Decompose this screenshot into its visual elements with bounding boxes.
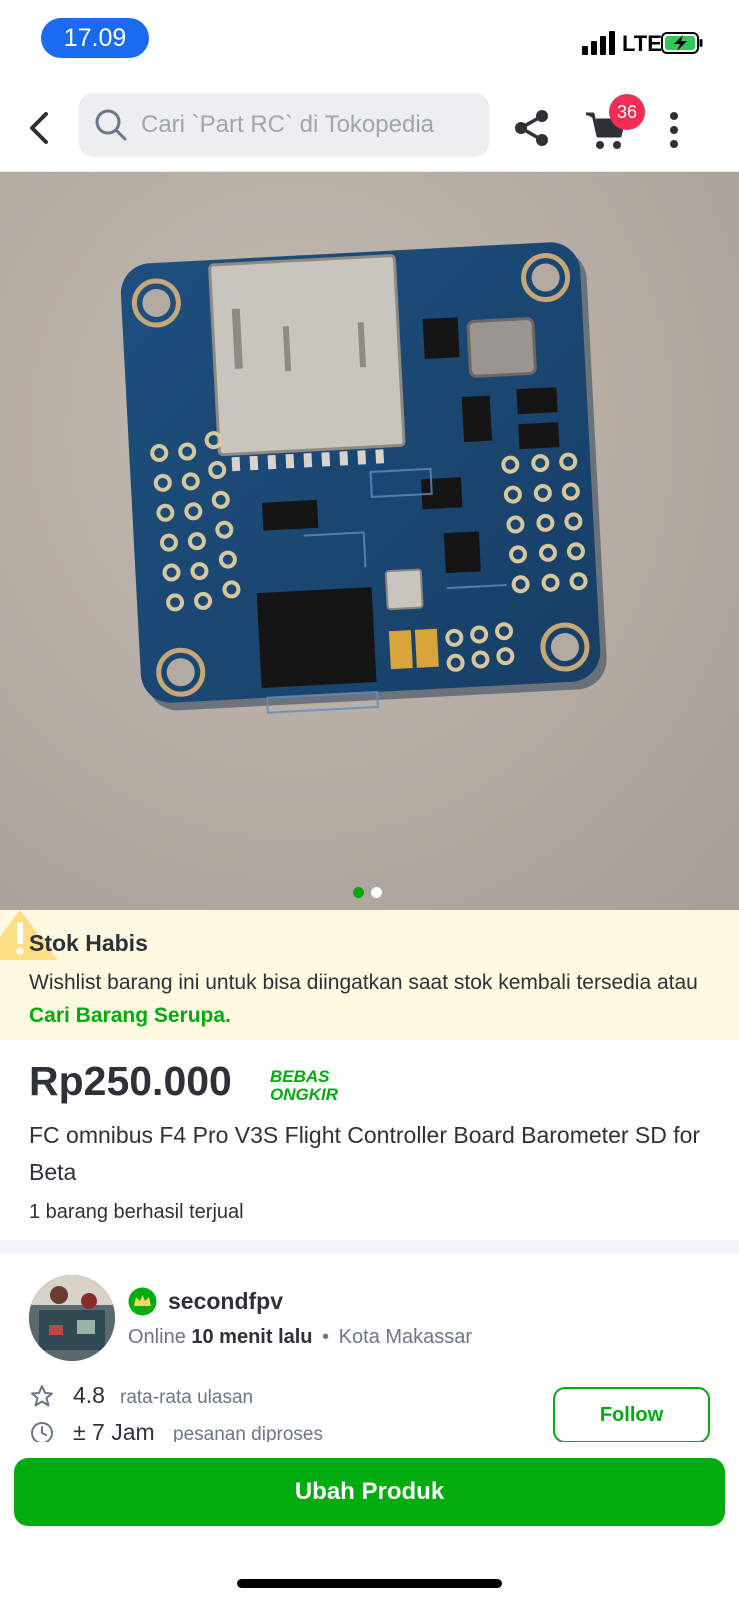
carousel-indicator <box>353 885 389 898</box>
status-bar: 17.09 LTE <box>0 0 739 80</box>
stock-out-text: Wishlist barang ini untuk bisa diingatka… <box>29 971 698 994</box>
carousel-dot <box>371 887 382 898</box>
cart-count-badge: 36 <box>609 94 645 130</box>
rating-value: 4.8 <box>73 1382 105 1408</box>
status-time: 17.09 <box>41 18 149 58</box>
product-title: FC omnibus F4 Pro V3S Flight Controller … <box>29 1122 701 1185</box>
free-shipping-badge: BEBAS ONGKIR <box>270 1067 339 1102</box>
stock-out-title: Stok Habis <box>29 930 148 956</box>
stock-out-notice: Stok Habis Wishlist barang ini untuk bis… <box>0 910 739 1040</box>
free-shipping-line2: ONGKIR <box>270 1085 339 1102</box>
power-merchant-icon <box>128 1287 157 1316</box>
product-price: Rp250.000 <box>29 1058 232 1104</box>
seller-status: Online 10 menit lalu • Kota Makassar <box>128 1326 472 1349</box>
seller-name[interactable]: secondfpv <box>168 1288 283 1315</box>
avatar-photo <box>29 1275 115 1361</box>
top-navigation: Cari `Part RC` di Tokopedia 36 <box>0 80 739 172</box>
search-input[interactable]: Cari `Part RC` di Tokopedia <box>79 93 489 157</box>
seller-location: Kota Makassar <box>338 1326 473 1348</box>
sold-count: 1 barang berhasil terjual <box>29 1201 244 1223</box>
rating-label: rata-rata ulasan <box>120 1387 254 1408</box>
search-icon <box>95 109 127 141</box>
star-icon <box>31 1385 53 1407</box>
find-similar-link[interactable]: Cari Barang Serupa. <box>29 1004 231 1027</box>
home-indicator[interactable] <box>237 1579 502 1588</box>
product-photo <box>120 242 607 714</box>
status-separator: • <box>322 1326 330 1348</box>
back-icon[interactable] <box>20 106 60 150</box>
online-time: 10 menit lalu <box>191 1326 313 1348</box>
product-image-carousel[interactable] <box>0 172 739 910</box>
online-label: Online <box>128 1326 186 1348</box>
battery-charging-icon <box>661 32 703 54</box>
edit-product-button[interactable]: Ubah Produk <box>14 1458 725 1526</box>
seller-avatar[interactable] <box>29 1275 115 1361</box>
free-shipping-line1: BEBAS <box>270 1067 330 1086</box>
section-divider <box>0 1240 739 1254</box>
network-type: LTE <box>622 31 662 56</box>
carousel-dot-active <box>353 887 364 898</box>
stock-out-description: Wishlist barang ini untuk bisa diingatka… <box>29 966 719 1032</box>
more-options-icon[interactable] <box>664 110 684 150</box>
bottom-action-bar: Ubah Produk <box>0 1442 739 1600</box>
share-icon[interactable] <box>513 108 551 148</box>
follow-button[interactable]: Follow <box>553 1387 710 1443</box>
signal-icon <box>582 31 618 55</box>
search-placeholder: Cari `Part RC` di Tokopedia <box>141 111 435 138</box>
